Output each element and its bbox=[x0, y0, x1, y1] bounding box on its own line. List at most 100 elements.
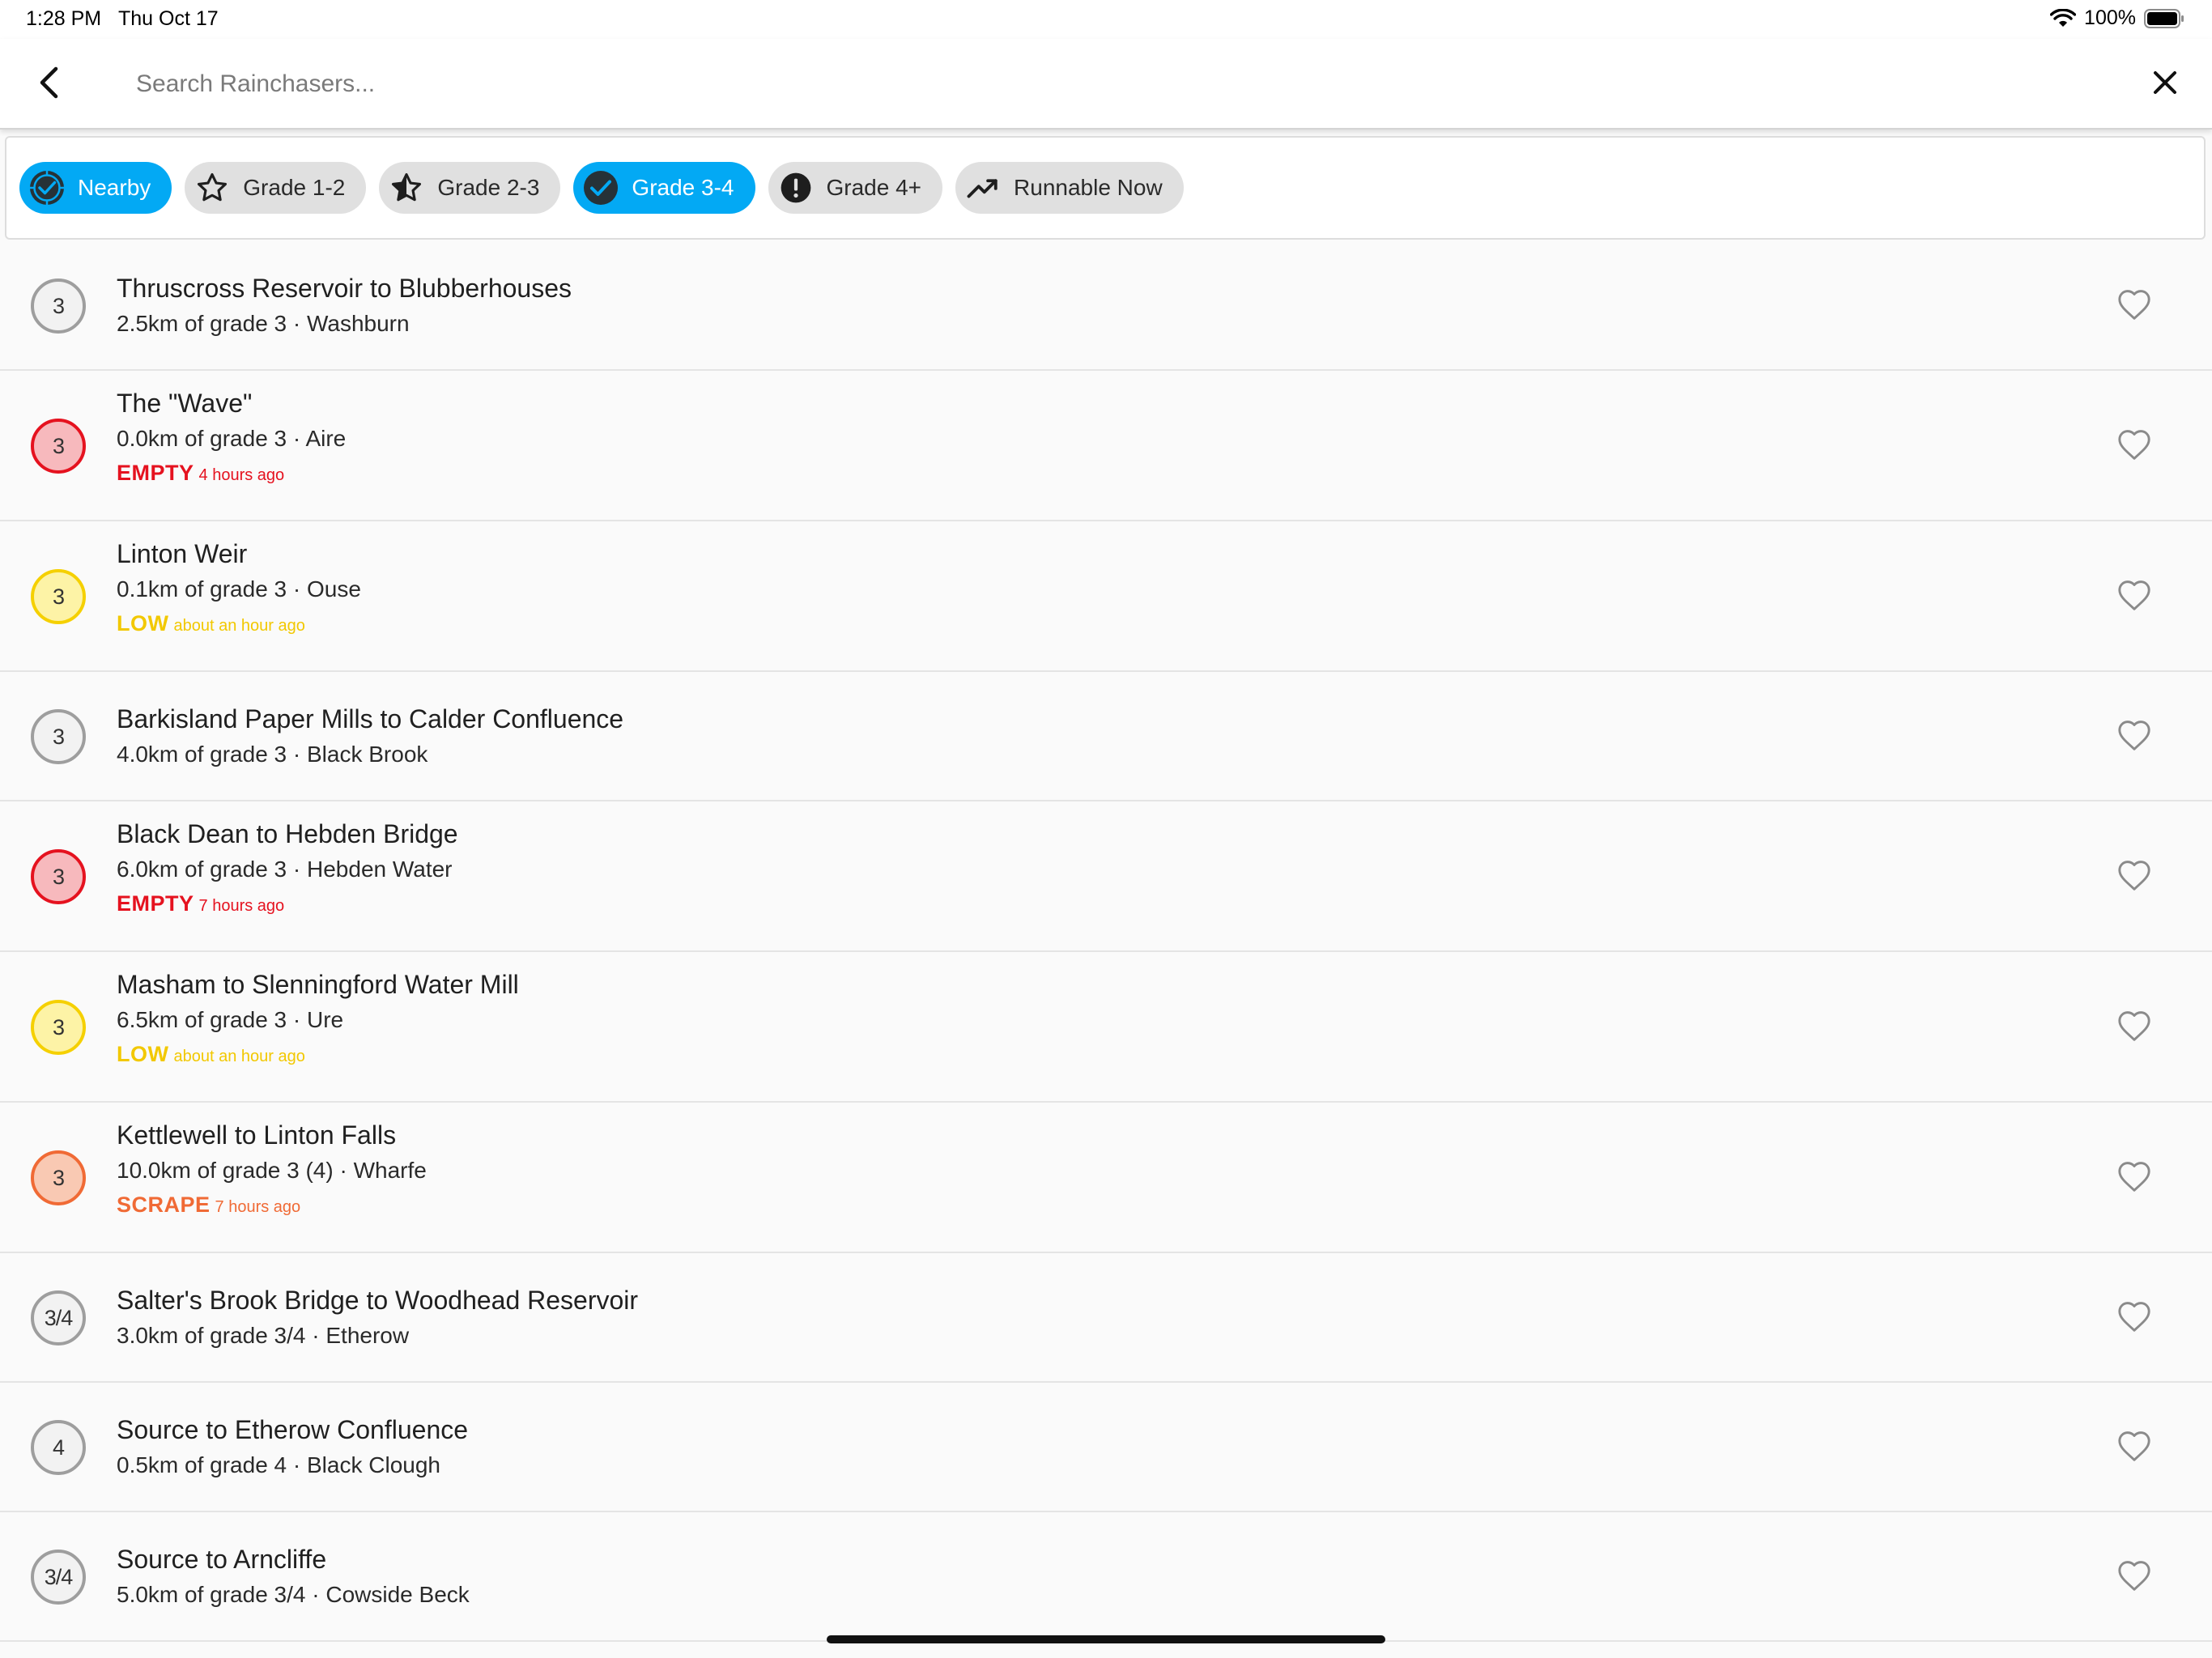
level-status: SCRAPE bbox=[117, 1192, 211, 1217]
river-title: Thruscross Reservoir to Blubberhouses bbox=[117, 274, 572, 303]
back-button[interactable] bbox=[24, 60, 73, 108]
filter-panel: Nearby Grade 1-2 Grade 2-3 Grade 3-4 Grade … bbox=[5, 136, 2206, 240]
filter-chip-runnable-now[interactable]: Runnable Now bbox=[955, 162, 1184, 214]
river-title: Barkisland Paper Mills to Calder Conflue… bbox=[117, 704, 624, 733]
grade-badge: 3 bbox=[31, 278, 86, 334]
favorite-button[interactable] bbox=[2113, 1556, 2155, 1598]
heart-outline-icon bbox=[2116, 719, 2152, 755]
heart-outline-icon bbox=[2116, 1160, 2152, 1197]
river-row[interactable]: 3 The "Wave" 0.0km of grade 3 · Aire EMPTY 4… bbox=[0, 371, 2212, 521]
level-status: EMPTY bbox=[117, 461, 194, 485]
app-root: 1:28 PM Thu Oct 17 100% Search Rainchase… bbox=[0, 0, 2212, 1658]
river-row[interactable]: 3 Kettlewell to Linton Falls 10.0km of gra… bbox=[0, 1103, 2212, 1253]
grade-badge: 3 bbox=[31, 849, 86, 904]
filter-chip-grade-2-3[interactable]: Grade 2-3 bbox=[379, 162, 561, 214]
river-row-text: Source to Arncliffe 5.0km of grade 3/4 · … bbox=[117, 1543, 470, 1611]
filter-chip-grade-3-4[interactable]: Grade 3-4 bbox=[573, 162, 755, 214]
filter-chip-row: Nearby Grade 1-2 Grade 2-3 Grade 3-4 Grade … bbox=[19, 162, 1184, 214]
river-row-text: Salter's Brook Bridge to Woodhead Reserv… bbox=[117, 1284, 638, 1352]
river-list: 3 Thruscross Reservoir to Blubberhouses 2.… bbox=[0, 241, 2212, 1642]
home-indicator[interactable] bbox=[827, 1635, 1385, 1643]
river-row[interactable]: 3 Linton Weir 0.1km of grade 3 · Ouse LOW ab… bbox=[0, 521, 2212, 672]
river-level: LOW about an hour ago bbox=[117, 609, 361, 642]
favorite-button[interactable] bbox=[2113, 1297, 2155, 1339]
star-half-icon bbox=[387, 168, 426, 207]
level-status: EMPTY bbox=[117, 891, 194, 916]
river-row[interactable]: 3 Masham to Slenningford Water Mill 6.5km … bbox=[0, 952, 2212, 1103]
river-level: SCRAPE 7 hours ago bbox=[117, 1190, 427, 1223]
location-check-icon bbox=[28, 168, 66, 207]
heart-outline-icon bbox=[2116, 1010, 2152, 1046]
river-row-text: Black Dean to Hebden Bridge 6.0km of grad… bbox=[117, 818, 458, 922]
river-row-text: Kettlewell to Linton Falls 10.0km of grad… bbox=[117, 1119, 427, 1223]
heart-outline-icon bbox=[2116, 1430, 2152, 1466]
river-row-text: Barkisland Paper Mills to Calder Conflue… bbox=[117, 703, 623, 771]
river-title: Source to Arncliffe bbox=[117, 1545, 327, 1574]
river-row[interactable]: 3/4 Source to Arncliffe 5.0km of grade 3/4… bbox=[0, 1512, 2212, 1642]
favorite-button[interactable] bbox=[2113, 576, 2155, 618]
river-row-text: Thruscross Reservoir to Blubberhouses 2.5… bbox=[117, 272, 572, 340]
filter-chip-grade-4[interactable]: Grade 4+ bbox=[768, 162, 943, 214]
river-subtitle: 3.0km of grade 3/4 · Etherow bbox=[117, 1323, 410, 1348]
filter-chip-label: Grade 4+ bbox=[826, 175, 922, 200]
favorite-button[interactable] bbox=[2113, 285, 2155, 327]
filter-chip-grade-1-2[interactable]: Grade 1-2 bbox=[185, 162, 367, 214]
river-subtitle: 0.0km of grade 3 · Aire bbox=[117, 426, 347, 451]
river-subtitle: 6.5km of grade 3 · Ure bbox=[117, 1007, 344, 1032]
clear-search-button[interactable] bbox=[2141, 60, 2189, 108]
river-title: Source to Etherow Confluence bbox=[117, 1415, 469, 1444]
grade-badge: 3 bbox=[31, 1150, 86, 1205]
river-title: Masham to Slenningford Water Mill bbox=[117, 970, 519, 999]
search-input[interactable] bbox=[136, 62, 1998, 107]
river-row[interactable]: 3 Thruscross Reservoir to Blubberhouses 2.… bbox=[0, 241, 2212, 371]
river-subtitle: 5.0km of grade 3/4 · Cowside Beck bbox=[117, 1582, 470, 1607]
river-row-text: Linton Weir 0.1km of grade 3 · Ouse LOW abo… bbox=[117, 538, 361, 642]
battery-icon bbox=[2144, 8, 2184, 28]
river-level: EMPTY 7 hours ago bbox=[117, 889, 458, 922]
river-row[interactable]: 3 Barkisland Paper Mills to Calder Conflu… bbox=[0, 672, 2212, 801]
filter-chip-label: Grade 1-2 bbox=[243, 175, 346, 200]
filter-chip-nearby[interactable]: Nearby bbox=[19, 162, 172, 214]
heart-outline-icon bbox=[2116, 1300, 2152, 1337]
favorite-button[interactable] bbox=[2113, 425, 2155, 467]
status-date: Thu Oct 17 bbox=[118, 7, 219, 30]
favorite-button[interactable] bbox=[2113, 1426, 2155, 1469]
level-updated-time: 4 hours ago bbox=[198, 466, 285, 484]
heart-outline-icon bbox=[2116, 579, 2152, 615]
level-updated-time: 7 hours ago bbox=[198, 897, 285, 915]
filter-chip-label: Runnable Now bbox=[1014, 175, 1163, 200]
grade-badge: 3/4 bbox=[31, 1290, 86, 1346]
river-level: EMPTY 4 hours ago bbox=[117, 458, 346, 491]
river-subtitle: 2.5km of grade 3 · Washburn bbox=[117, 311, 410, 336]
river-row-text: Source to Etherow Confluence 0.5km of gra… bbox=[117, 1414, 468, 1482]
filter-chip-label: Grade 3-4 bbox=[632, 175, 734, 200]
favorite-button[interactable] bbox=[2113, 856, 2155, 898]
star-check-icon bbox=[581, 168, 620, 207]
river-subtitle: 6.0km of grade 3 · Hebden Water bbox=[117, 857, 453, 882]
wifi-icon bbox=[2050, 8, 2077, 28]
trending-up-icon bbox=[963, 168, 1002, 207]
grade-badge: 3/4 bbox=[31, 1550, 86, 1605]
favorite-button[interactable] bbox=[2113, 716, 2155, 758]
status-bar: 1:28 PM Thu Oct 17 100% bbox=[0, 0, 2212, 39]
river-subtitle: 4.0km of grade 3 · Black Brook bbox=[117, 742, 428, 767]
level-status: LOW bbox=[117, 1042, 169, 1066]
river-row-text: Masham to Slenningford Water Mill 6.5km o… bbox=[117, 968, 519, 1073]
river-row[interactable]: 4 Source to Etherow Confluence 0.5km of gr… bbox=[0, 1383, 2212, 1512]
favorite-button[interactable] bbox=[2113, 1157, 2155, 1199]
grade-badge: 3 bbox=[31, 569, 86, 624]
star-outline-icon bbox=[193, 168, 232, 207]
status-time: 1:28 PM bbox=[26, 7, 102, 30]
level-updated-time: 7 hours ago bbox=[215, 1198, 301, 1216]
alert-circle-icon bbox=[776, 168, 815, 207]
heart-outline-icon bbox=[2116, 859, 2152, 895]
river-title: The "Wave" bbox=[117, 389, 253, 418]
level-status: LOW bbox=[117, 611, 169, 636]
river-subtitle: 0.1km of grade 3 · Ouse bbox=[117, 576, 361, 602]
river-row[interactable]: 3 Black Dean to Hebden Bridge 6.0km of gra… bbox=[0, 801, 2212, 952]
river-row[interactable]: 3/4 Salter's Brook Bridge to Woodhead Res… bbox=[0, 1253, 2212, 1383]
grade-badge: 4 bbox=[31, 1420, 86, 1475]
river-title: Kettlewell to Linton Falls bbox=[117, 1120, 397, 1150]
grade-badge: 3 bbox=[31, 709, 86, 764]
favorite-button[interactable] bbox=[2113, 1006, 2155, 1048]
